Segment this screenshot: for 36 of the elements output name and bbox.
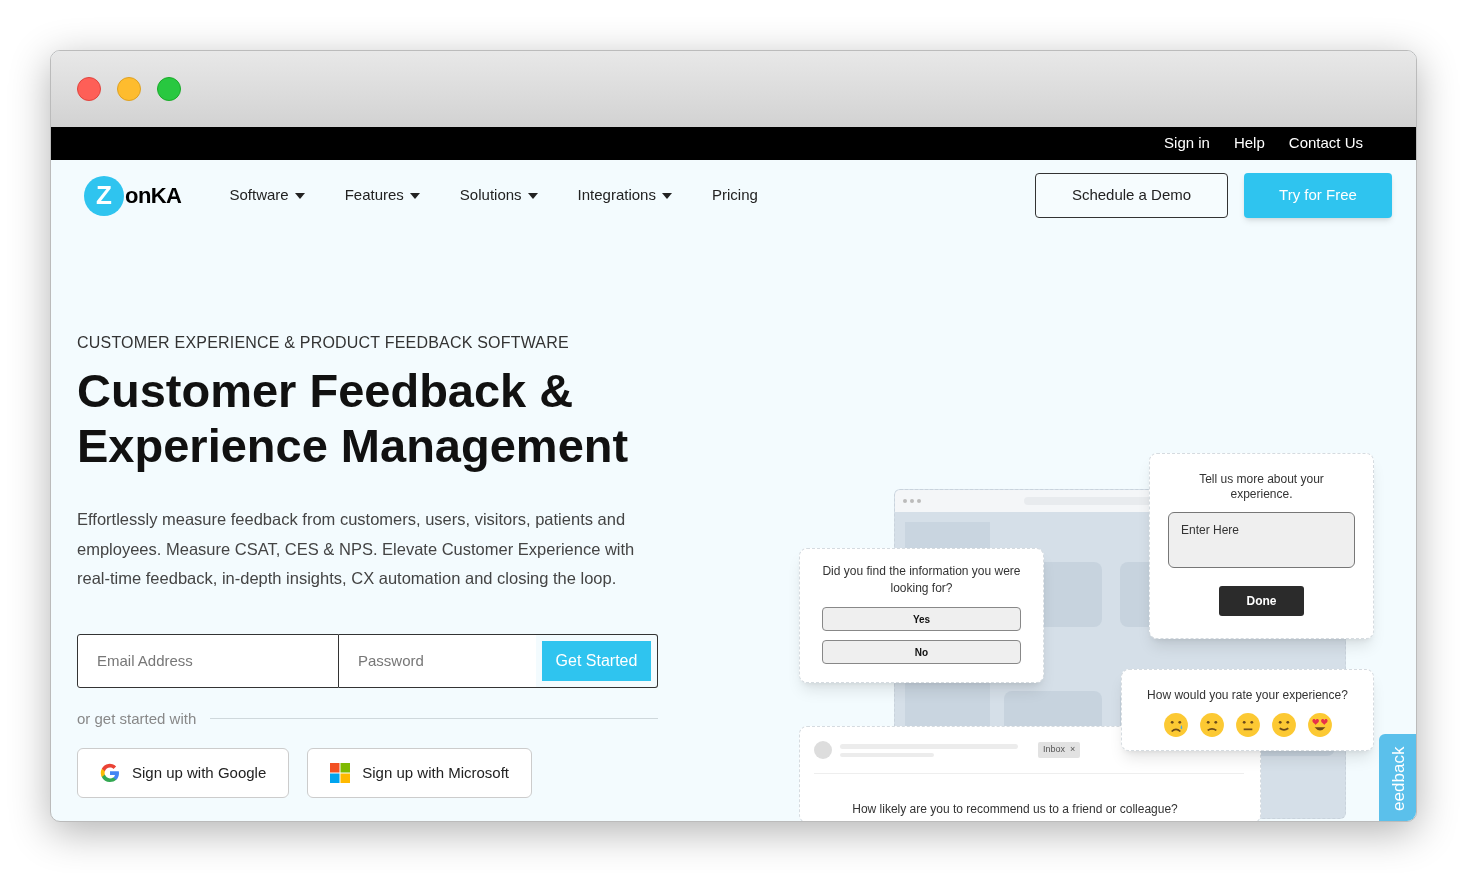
answer-option[interactable]: Yes (822, 607, 1021, 631)
google-logo-icon (100, 763, 120, 783)
nav-item[interactable]: Solutions (459, 184, 538, 207)
prompt-text: Tell us more about your experience. (1198, 472, 1325, 502)
logo[interactable]: Z onKA (84, 175, 182, 216)
password-field[interactable]: Password (339, 633, 536, 688)
crying-face-icon[interactable] (1162, 712, 1189, 738)
top-link[interactable]: Sign in (1164, 132, 1210, 155)
inbox-tag: Inbox × (1038, 742, 1081, 758)
schedule-demo-button[interactable]: Schedule a Demo (1035, 173, 1228, 218)
avatar-icon (814, 741, 832, 759)
microsoft-signup-button[interactable]: Sign up with Microsoft (307, 748, 532, 798)
nav-item[interactable]: Pricing (711, 184, 758, 207)
answer-option[interactable]: No (822, 640, 1021, 664)
nav-item[interactable]: Features (344, 184, 420, 207)
nav-item[interactable]: Software (229, 184, 305, 207)
feedback-text-field[interactable]: Enter Here (1168, 512, 1355, 568)
rating-question: How would you rate your experience? (1147, 687, 1348, 704)
top-link[interactable]: Help (1233, 132, 1265, 155)
close-icon[interactable] (77, 77, 101, 101)
microsoft-logo-icon (330, 763, 351, 783)
frowning-face-icon[interactable] (1198, 712, 1225, 738)
done-button[interactable]: Done (1219, 586, 1304, 616)
heart-eyes-face-icon[interactable] (1306, 712, 1333, 738)
eyebrow-text: CUSTOMER EXPERIENCE & PRODUCT FEEDBACK SOFTWARE (77, 333, 570, 353)
hero-description: Effortlessly measure feedback from customers, users, visitors, patients and employees. Measure CSAT, CES & NPS. Elevate Customer Experience with real-time feedback, in-depth insights, CX automation and closing the loop. (77, 509, 636, 589)
smiling-face-icon[interactable] (1270, 712, 1297, 738)
top-link[interactable]: Contact Us (1288, 132, 1363, 155)
hero-title: Customer Feedback & Experience Management (77, 363, 630, 473)
google-signup-button[interactable]: Sign up with Google (77, 748, 290, 798)
neutral-face-icon[interactable] (1234, 712, 1261, 738)
email-field[interactable]: Email Address (77, 633, 339, 688)
divider-label: or get started with (77, 708, 197, 729)
nav-item[interactable]: Integrations (577, 184, 672, 207)
nps-question: How likely are you to recommend us to a friend or colleague? (851, 801, 1179, 818)
question-text: Did you find the information you were looking for? (822, 563, 1021, 597)
